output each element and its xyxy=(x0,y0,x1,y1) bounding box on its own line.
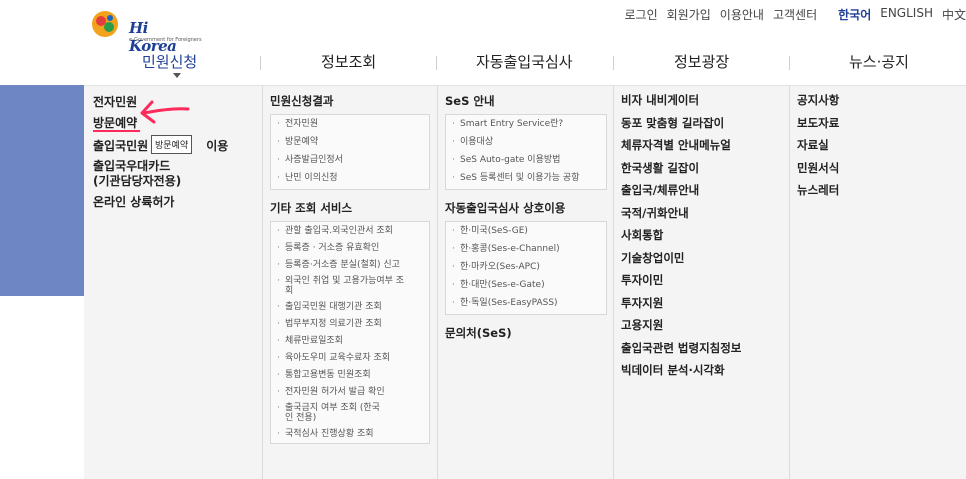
menu-item-immigration-civil-use[interactable]: 이용 xyxy=(206,139,228,154)
list-item[interactable]: 체류만료일조회 xyxy=(277,335,423,347)
menu-item-korea-life-guide[interactable]: 한국생활 길잡이 xyxy=(621,157,791,180)
list-item[interactable]: 방문예약 xyxy=(277,136,423,148)
list-item[interactable]: 출국금지 여부 조회 (한국인 전용) xyxy=(277,403,387,423)
list-item[interactable]: 한·미국(SeS-GE) xyxy=(452,225,600,237)
list-item[interactable]: 등록증 · 거소증 유효확인 xyxy=(277,242,423,254)
menu-item-compatriot-guide[interactable]: 동포 맞춤형 길라잡이 xyxy=(621,112,791,135)
list-item[interactable]: 사증발급인정서 xyxy=(277,154,423,166)
logo-mark-icon xyxy=(92,11,118,37)
menu-item-laws[interactable]: 출입국관련 법령지침정보 xyxy=(621,337,791,360)
list-item[interactable]: 육아도우미 교육수료자 조회 xyxy=(277,352,423,364)
list-item[interactable]: 법무부지정 의료기관 조회 xyxy=(277,318,423,330)
list-item[interactable]: SeS Auto-gate 이용방법 xyxy=(452,154,600,166)
menu-info-plaza[interactable]: 정보광장 xyxy=(674,51,729,72)
list-ses-guide: Smart Entry Service란? 이용대상 SeS Auto-gate… xyxy=(445,114,607,190)
list-ses-mutual: 한·미국(SeS-GE) 한·홍콩(Ses-e-Channel) 한·마카오(S… xyxy=(445,221,607,315)
heading-ses-contact[interactable]: 문의처(SeS) xyxy=(445,325,607,341)
menu-item-press[interactable]: 보도자료 xyxy=(797,112,957,135)
menu-item-employment-support[interactable]: 고용지원 xyxy=(621,314,791,337)
menu-news-notice[interactable]: 뉴스·공지 xyxy=(849,51,909,72)
list-item[interactable]: 전자민원 허가서 발급 확인 xyxy=(277,386,423,398)
login-link[interactable]: 로그인 xyxy=(624,6,657,22)
menu-separator xyxy=(613,56,614,70)
list-item[interactable]: 한·대만(Ses-e-Gate) xyxy=(452,279,600,291)
list-item[interactable]: 한·독일(Ses-EasyPASS) xyxy=(452,297,600,309)
logo-subtitle: e-Government for Foreigners xyxy=(129,37,202,43)
list-other-services: 관할 출입국.외국인관서 조회 등록증 · 거소증 유효확인 등록증·거소증 분… xyxy=(270,221,430,444)
menu-item-library[interactable]: 자료실 xyxy=(797,134,957,157)
mega-dropdown: 전자민원 방문예약 출입국민원 이용 출입국우대카드 (기관담당자전용) 온라인… xyxy=(84,85,966,479)
guide-link[interactable]: 이용안내 xyxy=(720,6,764,22)
left-accent-bar xyxy=(0,85,84,296)
menu-separator xyxy=(260,56,261,70)
hikorea-logo[interactable]: Hi Korea e-Government for Foreigners xyxy=(91,9,202,55)
list-item[interactable]: SeS 등록센터 및 이용가능 공항 xyxy=(452,172,600,184)
menu-item-priority-card[interactable]: 출입국우대카드 (기관담당자전용) xyxy=(93,159,253,189)
dropdown-col-info-plaza: 비자 내비게이터 동포 맞춤형 길라잡이 체류자격별 안내메뉴얼 한국생활 길잡… xyxy=(621,89,791,479)
menu-item-newsletter[interactable]: 뉴스레터 xyxy=(797,179,957,202)
menu-item-bigdata[interactable]: 빅데이터 분석·시각화 xyxy=(621,359,791,382)
list-item[interactable]: 국적심사 진행상황 조회 xyxy=(277,428,423,440)
menu-item-social-integration[interactable]: 사회통합 xyxy=(621,224,791,247)
hover-tooltip: 방문예약 xyxy=(151,135,193,154)
lang-chinese-link[interactable]: 中文 xyxy=(942,6,966,22)
heading-ses-guide[interactable]: SeS 안내 xyxy=(445,93,607,109)
menu-civil-application[interactable]: 민원신청 xyxy=(142,51,197,72)
heading-application-results[interactable]: 민원신청결과 xyxy=(270,93,430,109)
menu-item-immigration-civil[interactable]: 출입국민원 xyxy=(93,139,148,154)
active-menu-caret-icon xyxy=(173,73,181,78)
list-item[interactable]: 한·마카오(Ses-APC) xyxy=(452,261,600,273)
list-item[interactable]: 출입국민원 대행기관 조회 xyxy=(277,301,423,313)
menu-item-notices[interactable]: 공지사항 xyxy=(797,89,957,112)
column-divider xyxy=(262,86,263,479)
main-menu: 민원신청 정보조회 자동출입국심사 정보광장 뉴스·공지 xyxy=(84,45,966,81)
column-divider xyxy=(789,86,790,479)
signup-link[interactable]: 회원가입 xyxy=(667,6,711,22)
menu-separator xyxy=(436,56,437,70)
menu-item-startup-immigration[interactable]: 기술창업이민 xyxy=(621,247,791,270)
dropdown-col-results: 민원신청결과 전자민원 방문예약 사증발급인정서 난민 이의신청 기타 조회 서… xyxy=(270,93,430,479)
column-divider xyxy=(613,86,614,479)
menu-item-landing-permit[interactable]: 온라인 상륙허가 xyxy=(93,195,253,210)
menu-item-nationality[interactable]: 국적/귀화안내 xyxy=(621,202,791,225)
list-item[interactable]: 등록증·거소증 분실(철회) 신고 xyxy=(277,259,423,271)
list-item[interactable]: 이용대상 xyxy=(452,136,600,148)
menu-auto-immigration[interactable]: 자동출입국심사 xyxy=(476,51,573,72)
menu-item-immigration-stay[interactable]: 출입국/체류안내 xyxy=(621,179,791,202)
menu-info-inquiry[interactable]: 정보조회 xyxy=(321,51,376,72)
support-link[interactable]: 고객센터 xyxy=(773,6,817,22)
list-item[interactable]: 한·홍콩(Ses-e-Channel) xyxy=(452,243,600,255)
menu-item-visa-navigator[interactable]: 비자 내비게이터 xyxy=(621,89,791,112)
annotation-underline xyxy=(93,130,140,132)
list-item[interactable]: 난민 이의신청 xyxy=(277,172,423,184)
menu-item-investment-immigration[interactable]: 투자이민 xyxy=(621,269,791,292)
heading-ses-mutual[interactable]: 자동출입국심사 상호이용 xyxy=(445,200,607,216)
menu-item-investment-support[interactable]: 투자지원 xyxy=(621,292,791,315)
list-application-results: 전자민원 방문예약 사증발급인정서 난민 이의신청 xyxy=(270,114,430,190)
dropdown-col-news: 공지사항 보도자료 자료실 민원서식 뉴스레터 xyxy=(797,89,957,479)
list-item[interactable]: 관할 출입국.외국인관서 조회 xyxy=(277,225,423,237)
menu-item-forms[interactable]: 민원서식 xyxy=(797,157,957,180)
column-divider xyxy=(437,86,438,479)
lang-korean-link[interactable]: 한국어 xyxy=(838,6,871,22)
lang-english-link[interactable]: ENGLISH xyxy=(880,6,933,22)
menu-item-status-manual[interactable]: 체류자격별 안내메뉴얼 xyxy=(621,134,791,157)
top-utility-nav: 로그인 회원가입 이용안내 고객센터 한국어 ENGLISH 中文 xyxy=(615,6,966,22)
annotation-arrow-icon xyxy=(140,100,190,124)
menu-separator xyxy=(789,56,790,70)
heading-other-services[interactable]: 기타 조회 서비스 xyxy=(270,200,430,216)
list-item[interactable]: 전자민원 xyxy=(277,118,423,130)
list-item[interactable]: Smart Entry Service란? xyxy=(452,118,600,130)
list-item[interactable]: 외국인 취업 및 고용가능여부 조회 xyxy=(277,276,407,296)
dropdown-col-ses: SeS 안내 Smart Entry Service란? 이용대상 SeS Au… xyxy=(445,93,607,479)
list-item[interactable]: 통합고용변동 민원조회 xyxy=(277,369,423,381)
